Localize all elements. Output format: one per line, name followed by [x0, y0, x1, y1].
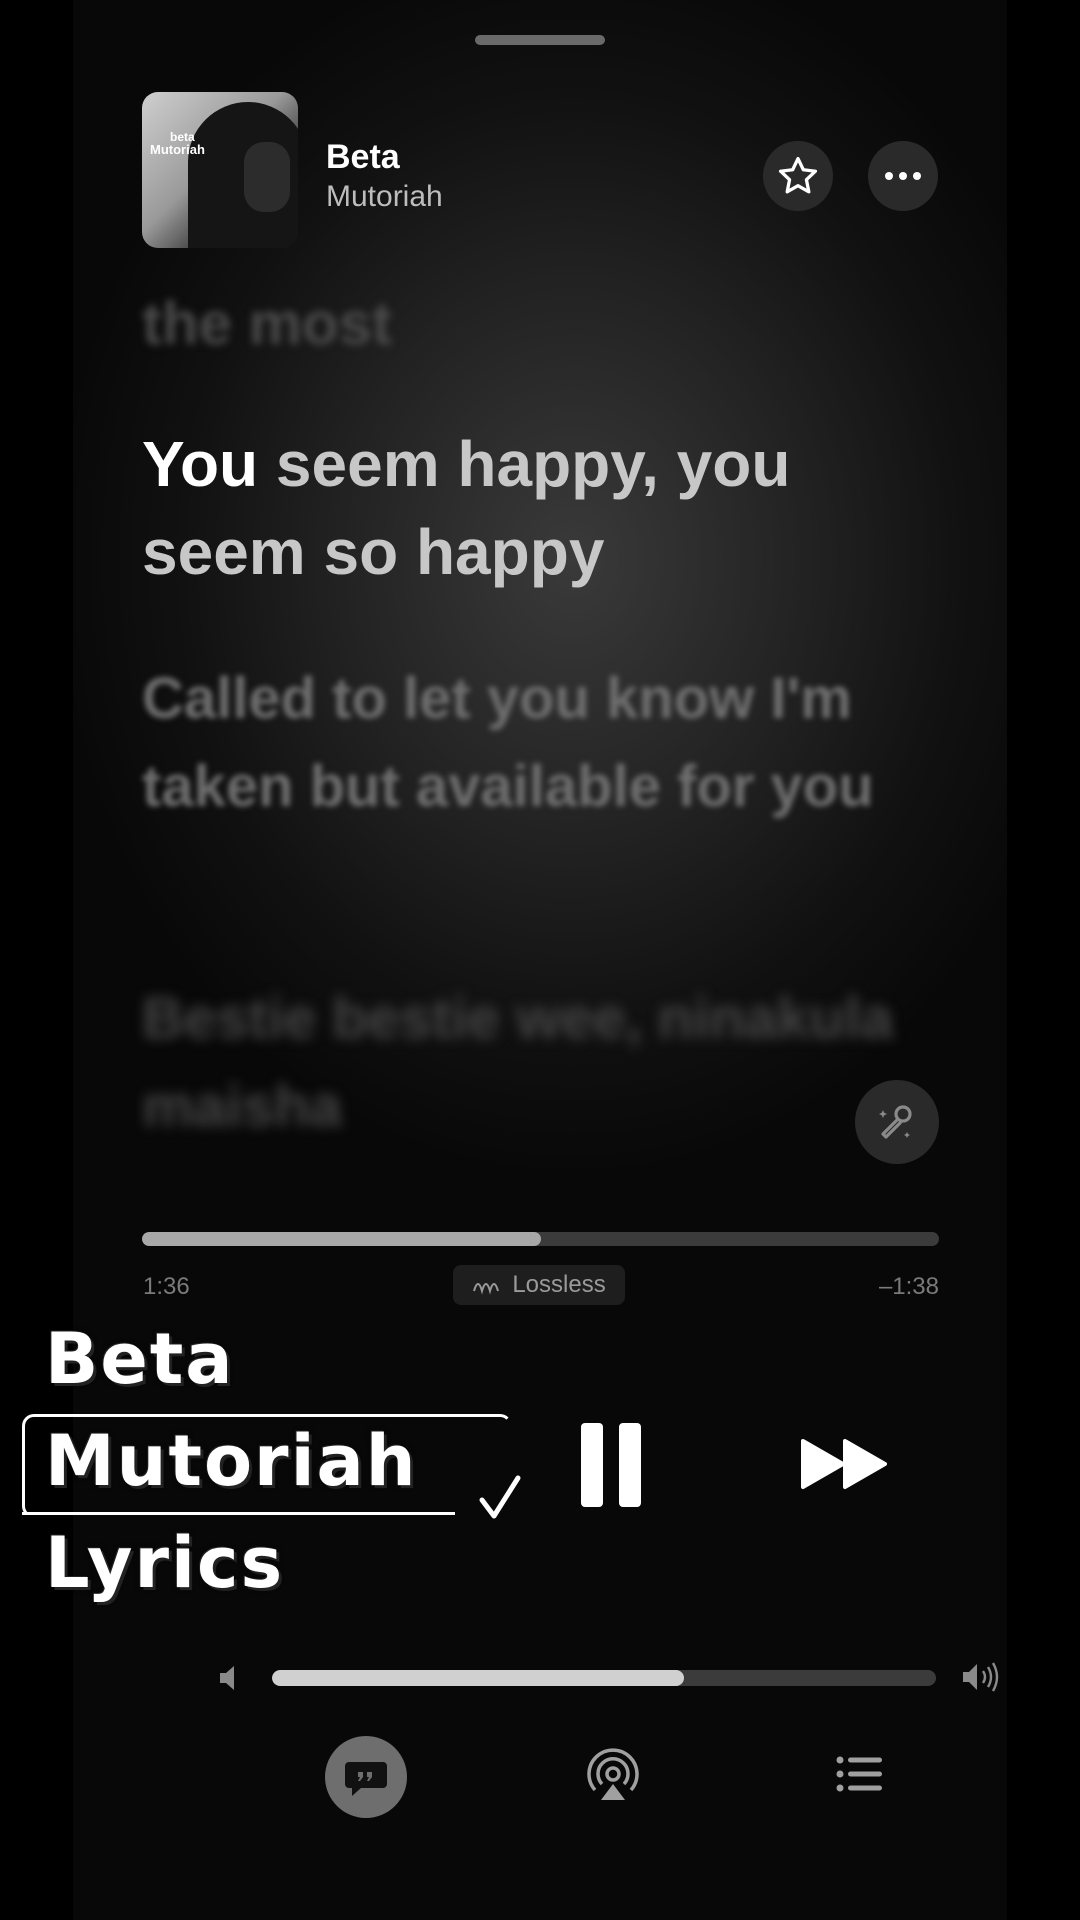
sheet-grabber[interactable]	[475, 35, 605, 45]
favorite-button[interactable]	[763, 141, 833, 211]
overlay-title: Beta	[45, 1318, 235, 1400]
volume-low-icon	[218, 1663, 240, 1698]
volume-slider-fill	[272, 1670, 684, 1686]
now-playing-screen: beta Mutoriah Beta Mutoriah the most You…	[73, 0, 1007, 1920]
overlay-checkmark-icon	[479, 1475, 521, 1519]
lyric-sung-part: You	[142, 428, 259, 500]
fast-forward-button[interactable]	[801, 1437, 889, 1496]
lyrics-quote-icon	[345, 1762, 387, 1796]
song-artist[interactable]: Mutoriah	[326, 180, 443, 214]
queue-button[interactable]	[836, 1756, 882, 1797]
microphone-sparkle-icon	[879, 1105, 912, 1139]
lyric-line-previous[interactable]: the most	[142, 280, 942, 368]
overlay-underline	[22, 1512, 455, 1515]
lyrics-tab-button[interactable]	[325, 1736, 407, 1818]
song-title[interactable]: Beta	[326, 138, 400, 177]
list-icon	[836, 1756, 882, 1792]
ellipsis-icon	[882, 167, 924, 185]
album-art-text-bottom: Mutoriah	[150, 142, 205, 157]
album-art[interactable]: beta Mutoriah	[142, 92, 298, 248]
overlay-subtitle: Lyrics	[45, 1522, 285, 1604]
airplay-icon	[587, 1748, 639, 1800]
playback-progress-fill	[142, 1232, 541, 1246]
lossless-label: Lossless	[512, 1271, 606, 1298]
sing-mode-button[interactable]	[855, 1080, 939, 1164]
lyric-line-following[interactable]: Bestie bestie wee, ninakula maisha	[142, 975, 942, 1151]
lossless-wave-icon	[473, 1283, 500, 1295]
pause-button[interactable]	[581, 1423, 645, 1507]
lossless-badge[interactable]: Lossless	[453, 1265, 625, 1305]
playback-scrubber[interactable]	[142, 1232, 939, 1246]
fast-forward-icon	[801, 1439, 887, 1489]
lyric-line-current[interactable]: You seem happy, you seem so happy	[142, 420, 942, 596]
airplay-button[interactable]	[585, 1748, 641, 1809]
star-icon	[778, 156, 818, 194]
time-remaining: –1:38	[878, 1273, 939, 1300]
volume-slider[interactable]	[272, 1670, 936, 1686]
more-options-button[interactable]	[868, 141, 938, 211]
overlay-artist: Mutoriah	[45, 1420, 418, 1502]
time-elapsed: 1:36	[143, 1273, 190, 1300]
volume-high-icon	[961, 1660, 1005, 1699]
lyric-line-next[interactable]: Called to let you know I'm taken but ava…	[142, 655, 942, 831]
